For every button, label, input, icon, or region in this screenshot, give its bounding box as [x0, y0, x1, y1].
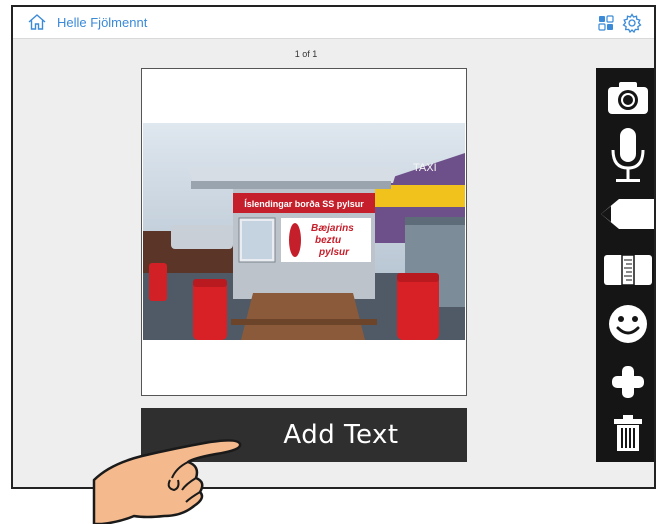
camera-icon — [608, 82, 648, 114]
tool-sidebar — [596, 68, 654, 462]
smiley-icon — [609, 305, 647, 343]
home-icon[interactable] — [27, 13, 47, 31]
microphone-icon — [611, 128, 645, 182]
hot-dog-stand-photo: TAXI Íslendingar borða SS pylsur Bæjarin… — [143, 123, 465, 340]
photo[interactable]: TAXI Íslendingar borða SS pylsur Bæjarin… — [143, 123, 465, 340]
sticker-button[interactable] — [596, 302, 654, 346]
camera-button[interactable] — [596, 78, 654, 118]
ruler-button[interactable] — [596, 248, 654, 292]
sign-slogan-1: Bæjarins — [311, 223, 354, 234]
trash-icon — [614, 415, 642, 451]
sign-slogan-3: pylsur — [318, 247, 350, 258]
pointing-hand-icon — [92, 439, 242, 524]
taxi-sign: TAXI — [413, 162, 437, 174]
gear-icon[interactable] — [622, 13, 642, 33]
add-page-button[interactable] — [596, 362, 654, 402]
pencil-button[interactable] — [596, 192, 654, 236]
microphone-button[interactable] — [596, 124, 654, 186]
plus-icon — [612, 366, 644, 398]
grid-view-icon[interactable] — [598, 15, 614, 31]
sign-slogan-2: beztu — [315, 235, 341, 246]
app-window: Helle Fjölmennt 1 of 1 TAXI Íslendingar … — [11, 5, 656, 489]
sign-banner: Íslendingar borða SS pylsur — [244, 199, 364, 209]
owner-name: Helle Fjölmennt — [57, 15, 148, 30]
page-canvas[interactable]: TAXI Íslendingar borða SS pylsur Bæjarin… — [141, 68, 467, 396]
delete-button[interactable] — [596, 412, 654, 454]
page-counter: 1 of 1 — [294, 49, 318, 59]
pencil-icon — [601, 199, 654, 229]
top-bar: Helle Fjölmennt — [13, 7, 654, 39]
ruler-icon — [604, 254, 652, 286]
add-text-label: Add Text — [283, 420, 399, 450]
